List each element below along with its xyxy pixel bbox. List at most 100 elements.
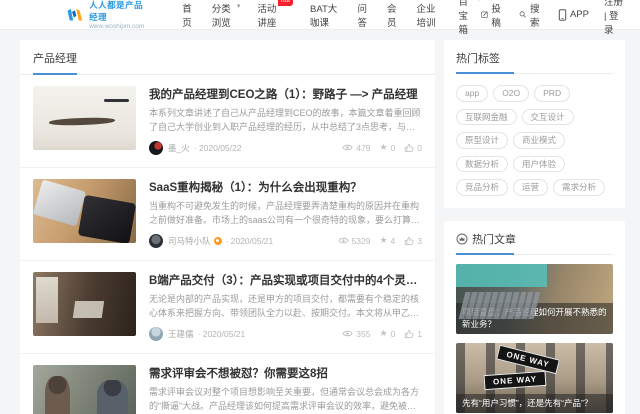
- tag-requirement-analysis[interactable]: 需求分析: [553, 179, 606, 196]
- article-title[interactable]: 我的产品经理到CEO之路（1）：野路子 —> 产品经理: [149, 86, 422, 102]
- author-name[interactable]: 司马特小队: [168, 235, 211, 247]
- article-excerpt: 无论是内部的产品实现，还是甲方的项目交付，都需要有个稳定的核心体系来把握方向、带…: [149, 293, 420, 318]
- tag-prototype-design[interactable]: 原型设计: [456, 132, 509, 149]
- article-excerpt: 本系列文章讲述了自己从产品经理到CEO的故事，本篇文章着重回顾了自己大学创业到入…: [149, 108, 421, 132]
- tag-data-analysis[interactable]: 数据分析: [456, 155, 509, 172]
- search-icon: [520, 11, 527, 18]
- hot-article-caption: 项目复盘：产品经理如何开展不熟悉的新业务？: [456, 302, 613, 334]
- article-excerpt: 当重构不可避免发生的时候，产品经理要弄清楚重构的原因并在重构之前做好准备。市场上…: [149, 200, 421, 225]
- publish-date: 2020/05/21: [226, 236, 274, 246]
- article-thumbnail[interactable]: [33, 86, 136, 150]
- hot-article-card[interactable]: 项目复盘：产品经理如何开展不熟悉的新业务？: [456, 263, 613, 334]
- author-name[interactable]: 王建儒: [168, 328, 194, 340]
- views-count: 5329: [337, 236, 370, 246]
- site-title: 人人都是产品经理: [89, 0, 144, 22]
- star-icon: ★: [379, 142, 388, 153]
- hot-articles-title: 热门文章: [472, 233, 516, 246]
- avatar[interactable]: [149, 233, 163, 248]
- page-title: 产品经理: [33, 50, 77, 75]
- hot-articles-icon: [456, 233, 468, 244]
- thumbs-up-icon: [405, 236, 414, 245]
- tag-app[interactable]: app: [456, 85, 489, 102]
- stars-count: ★ 0: [379, 328, 396, 339]
- search-button[interactable]: 搜索: [519, 1, 543, 29]
- header-actions: 投稿 搜索 APP 注册 | 登录: [481, 0, 624, 36]
- likes-count: 3: [404, 236, 422, 246]
- edit-icon: [481, 11, 488, 18]
- star-icon: ★: [379, 328, 388, 339]
- nav-events[interactable]: 活动讲座 hot: [257, 0, 293, 29]
- article-meta: 司马特小队 2020/05/21 5329 ★4 3: [149, 228, 422, 248]
- stars-count: ★ 4: [379, 235, 396, 246]
- star-icon: ★: [379, 235, 388, 246]
- eye-icon: [337, 238, 349, 244]
- one-way-sign: ONE WAY: [495, 345, 560, 375]
- tag-operations[interactable]: 运营: [513, 179, 549, 196]
- site-url: www.woshipm.com: [89, 23, 145, 30]
- logo-m-icon: [67, 8, 83, 21]
- tag-competitor-analysis[interactable]: 竞品分析: [456, 179, 509, 196]
- eye-icon: [342, 145, 353, 151]
- tag-interaction-design[interactable]: 交互设计: [521, 108, 574, 125]
- likes-count: 0: [404, 143, 422, 153]
- article-meta: 墨_火 2020/05/22 479 ★0 0: [149, 135, 422, 155]
- main-nav: 首页 分类浏览▾ 活动讲座hot BAT大咖课 问答 会员 企业培训 百宝箱▾: [182, 0, 481, 36]
- nav-bat-course[interactable]: BAT大咖课: [310, 1, 340, 29]
- article-meta: 王建儒 2020/05/21 355 ★0 1: [149, 321, 422, 341]
- article-title[interactable]: SaaS重构揭秘（1）：为什么会出现重构？: [149, 179, 422, 195]
- divider: [456, 252, 613, 255]
- avatar[interactable]: [149, 140, 163, 155]
- tag-user-experience[interactable]: 用户体验: [513, 155, 566, 172]
- chevron-down-icon: ▾: [477, 0, 481, 5]
- tag-internet-finance[interactable]: 互联网金融: [456, 108, 517, 125]
- article-title[interactable]: 需求评审会不想被怼？你需要这8招: [149, 365, 422, 381]
- app-download-button[interactable]: APP: [558, 8, 589, 21]
- author-badge-icon: [213, 236, 222, 245]
- tag-business-model[interactable]: 商业模式: [513, 132, 566, 149]
- nav-home[interactable]: 首页: [182, 1, 195, 29]
- one-way-sign: ONE WAY: [483, 371, 547, 391]
- hot-tags-title: 热门标签: [456, 53, 500, 65]
- article-row: B端产品交付（3）：产品实现或项目交付中的4个灵魂铁三角 无论是内部的产品实现，…: [20, 261, 435, 354]
- views-count: 355: [342, 329, 370, 339]
- hot-tags-panel: 热门标签 app O2O PRD 互联网金融 交互设计 原型设计 商业模式 数据…: [444, 40, 625, 208]
- submit-post-button[interactable]: 投稿: [481, 1, 505, 29]
- author-name[interactable]: 墨_火: [168, 142, 190, 154]
- phone-icon: [558, 8, 567, 21]
- eye-icon: [342, 330, 353, 337]
- nav-membership[interactable]: 会员: [387, 1, 400, 29]
- tag-o2o[interactable]: O2O: [493, 85, 530, 102]
- section-header: 产品经理: [20, 40, 435, 75]
- views-count: 479: [342, 143, 370, 153]
- divider: [456, 72, 613, 74]
- nav-corporate-training[interactable]: 企业培训: [416, 1, 441, 29]
- article-excerpt: 需求评审会议对整个项目想影响至关重要，但通常会议总会成为各方的“撕逼”大战。产品…: [149, 386, 420, 411]
- article-thumbnail[interactable]: [33, 271, 136, 336]
- article-title[interactable]: B端产品交付（3）：产品实现或项目交付中的4个灵魂铁三角: [149, 272, 422, 288]
- hot-articles-panel: 热门文章 项目复盘：产品经理如何开展不熟悉的新业务？ ONE WAY ONE W…: [444, 220, 625, 414]
- article-row: SaaS重构揭秘（1）：为什么会出现重构？ 当重构不可避免发生的时候，产品经理要…: [20, 168, 435, 261]
- chevron-down-icon: ▾: [236, 2, 241, 10]
- hot-article-card[interactable]: ONE WAY ONE WAY 先有“用户习惯”，还是先有“产品”？: [456, 342, 613, 413]
- avatar[interactable]: [149, 326, 163, 341]
- tag-cloud: app O2O PRD 互联网金融 交互设计 原型设计 商业模式 数据分析 用户…: [456, 74, 613, 196]
- top-header: 人人都是产品经理 www.woshipm.com 首页 分类浏览 ▾ 活动讲座 ho…: [0, 0, 640, 36]
- stars-count: ★ 0: [379, 142, 396, 153]
- nav-toolbox[interactable]: 百宝箱▾: [459, 0, 481, 36]
- hot-badge: hot: [277, 0, 293, 6]
- sidebar: 热门标签 app O2O PRD 互联网金融 交互设计 原型设计 商业模式 数据…: [444, 40, 625, 414]
- article-thumbnail[interactable]: [33, 178, 136, 243]
- nav-categories[interactable]: 分类浏览 ▾: [212, 1, 241, 29]
- tag-prd[interactable]: PRD: [534, 85, 571, 102]
- hot-article-caption: 先有“用户习惯”，还是先有“产品”？: [456, 394, 613, 413]
- article-row: 我的产品经理到CEO之路（1）：野路子 —> 产品经理 本系列文章讲述了自己从产…: [20, 75, 435, 168]
- nav-qa[interactable]: 问答: [357, 1, 370, 29]
- publish-date: 2020/05/22: [194, 143, 242, 153]
- article-thumbnail[interactable]: [33, 364, 136, 414]
- thumbs-up-icon: [405, 329, 414, 338]
- site-logo[interactable]: 人人都是产品经理 www.woshipm.com: [66, 0, 148, 30]
- thumbs-up-icon: [405, 143, 414, 153]
- login-register-link[interactable]: 注册 | 登录: [604, 0, 624, 36]
- publish-date: 2020/05/21: [198, 329, 246, 339]
- article-row: 需求评审会不想被怼？你需要这8招 需求评审会议对整个项目想影响至关重要，但通常会…: [20, 354, 435, 414]
